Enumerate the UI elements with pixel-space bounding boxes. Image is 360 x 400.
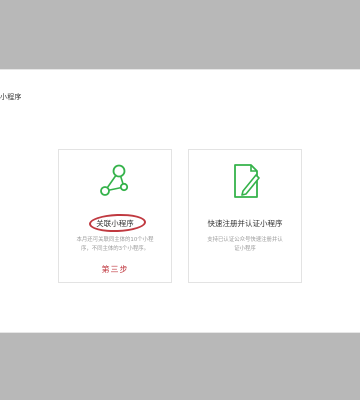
share-nodes-icon bbox=[95, 161, 135, 205]
card-title: 快速注册并认证小程序 bbox=[207, 219, 283, 228]
document-edit-icon bbox=[225, 161, 265, 205]
bottom-gray-bar bbox=[0, 333, 360, 400]
card-description: 本月还可关联同主体的10个小程序，不同主体的3个小程序。 bbox=[76, 237, 154, 252]
step-annotation: 第三步 bbox=[101, 265, 129, 274]
link-mini-program-card[interactable]: 关联小程序 本月还可关联同主体的10个小程序，不同主体的3个小程序。 第三步 bbox=[58, 149, 172, 283]
card-description: 支持已认证公众号快速注册并认证小程序 bbox=[207, 237, 283, 252]
quick-register-card[interactable]: 快速注册并认证小程序 支持已认证公众号快速注册并认证小程序 bbox=[188, 149, 302, 283]
mini-program-panel: 小程序 关联小程序 本月还可关联同主体的10个小程序，不同主体的3个小程序。 第… bbox=[0, 69, 360, 333]
top-gray-bar bbox=[0, 0, 360, 69]
panel-title: 小程序 bbox=[0, 93, 22, 101]
card-title: 关联小程序 bbox=[96, 219, 134, 228]
